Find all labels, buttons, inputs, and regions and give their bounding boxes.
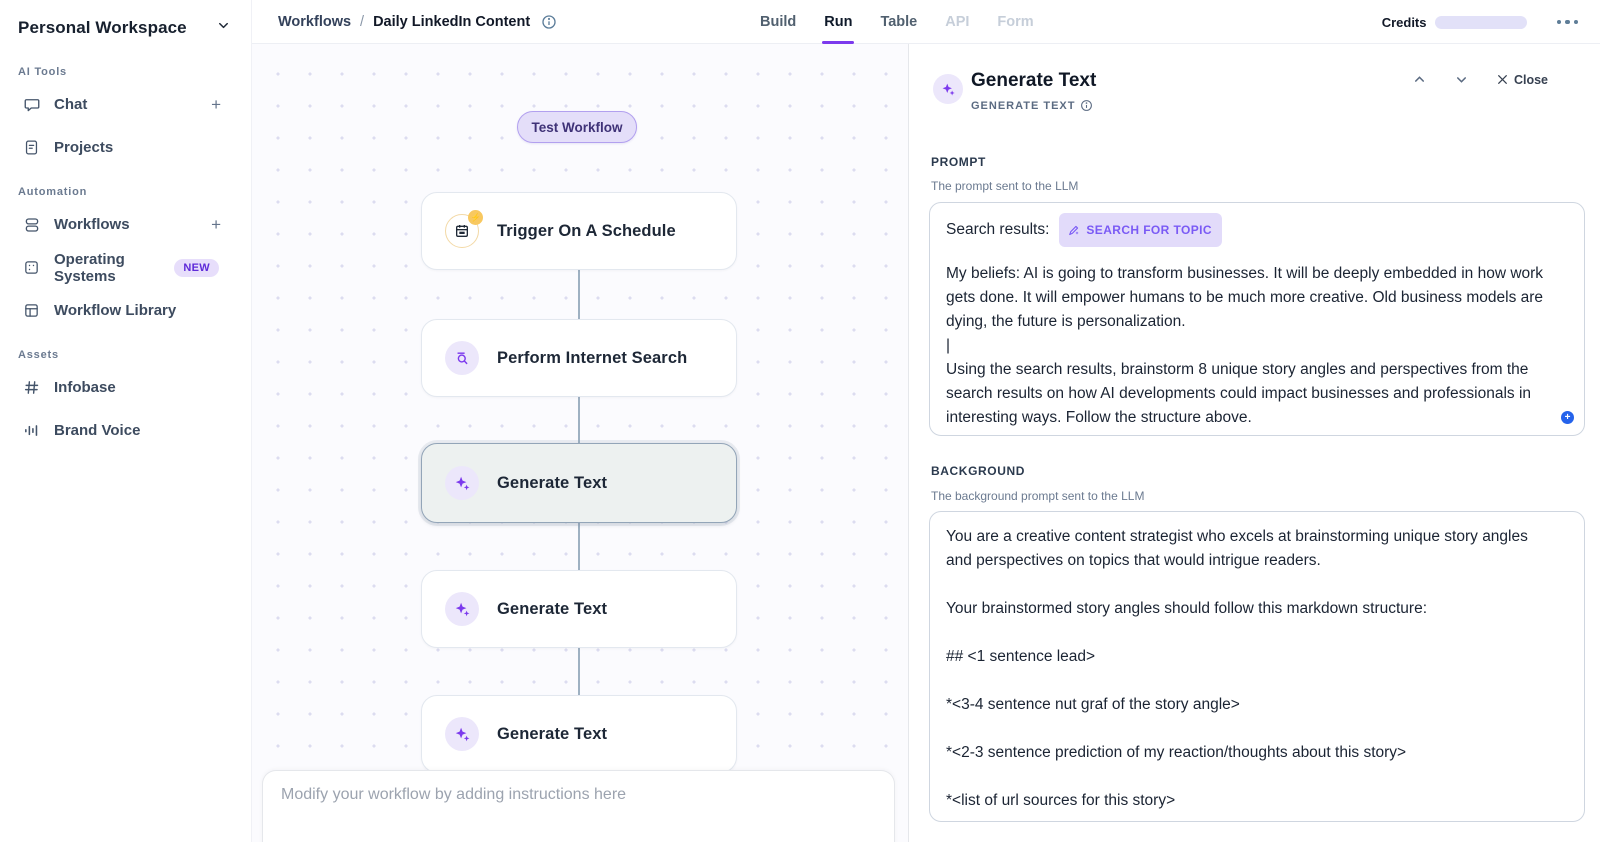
topbar: Workflows / Daily LinkedIn Content Build… bbox=[252, 0, 1600, 44]
tab-form[interactable]: Form bbox=[997, 0, 1033, 44]
sparkle-icon bbox=[445, 466, 479, 500]
workspace-title: Personal Workspace bbox=[18, 18, 187, 38]
sidebar-item-workflow-library[interactable]: Workflow Library bbox=[0, 298, 251, 323]
calendar-icon: ⚡ bbox=[445, 214, 479, 248]
sidebar-item-infobase[interactable]: Infobase bbox=[0, 375, 251, 400]
close-panel-button[interactable]: Close bbox=[1496, 73, 1548, 87]
app-window: Personal Workspace AI Tools Chat + Proje… bbox=[0, 0, 1600, 842]
sidebar-section-automation: Automation Workflows + Operating Systems… bbox=[0, 186, 251, 323]
node-generate-text-1[interactable]: Generate Text bbox=[421, 443, 737, 523]
sidebar-item-projects[interactable]: Projects bbox=[0, 135, 251, 160]
section-label: Assets bbox=[0, 349, 251, 361]
node-config-panel: Generate Text GENERATE TEXT bbox=[908, 44, 1600, 842]
node-type-info-icon[interactable] bbox=[1080, 99, 1093, 112]
prompt-section-helper: The prompt sent to the LLM bbox=[931, 179, 1078, 193]
prompt-prefix-text: Search results: bbox=[946, 218, 1049, 242]
document-icon bbox=[22, 138, 41, 157]
credits-indicator: Credits bbox=[1382, 15, 1527, 30]
prompt-section-label: PROMPT bbox=[931, 155, 986, 169]
chat-icon bbox=[22, 95, 41, 114]
search-icon bbox=[445, 341, 479, 375]
panel-title: Generate Text bbox=[971, 70, 1096, 92]
sidebar-item-operating-systems[interactable]: Operating Systems NEW bbox=[0, 255, 251, 280]
sidebar: Personal Workspace AI Tools Chat + Proje… bbox=[0, 0, 252, 842]
hash-icon bbox=[22, 378, 41, 397]
node-connector bbox=[578, 397, 580, 443]
overflow-menu-icon[interactable] bbox=[1553, 16, 1583, 29]
test-workflow-button[interactable]: Test Workflow bbox=[517, 111, 637, 143]
section-label: AI Tools bbox=[0, 66, 251, 78]
breadcrumb-separator: / bbox=[360, 14, 364, 30]
sidebar-item-label: Chat bbox=[54, 96, 87, 113]
background-textarea[interactable]: You are a creative content strategist wh… bbox=[929, 511, 1585, 822]
sidebar-item-brand-voice[interactable]: Brand Voice bbox=[0, 418, 251, 443]
sidebar-section-assets: Assets Infobase Brand Voice bbox=[0, 349, 251, 443]
pen-sparkle-icon bbox=[1067, 224, 1080, 237]
sidebar-item-label: Infobase bbox=[54, 379, 116, 396]
workflow-icon bbox=[22, 215, 41, 234]
sparkle-icon bbox=[933, 74, 963, 104]
library-icon bbox=[22, 301, 41, 320]
next-node-button[interactable] bbox=[1454, 72, 1469, 87]
os-icon bbox=[22, 258, 41, 277]
sidebar-item-label: Brand Voice bbox=[54, 422, 140, 439]
workflow-canvas[interactable]: Test Workflow ⚡ Trigger On A Schedule bbox=[252, 44, 908, 842]
tab-table[interactable]: Table bbox=[880, 0, 917, 44]
sidebar-item-label: Workflows bbox=[54, 216, 130, 233]
view-tabs: Build Run Table API Form bbox=[760, 0, 1034, 44]
prompt-body-text: My beliefs: AI is going to transform bus… bbox=[946, 262, 1550, 430]
add-chat-button[interactable]: + bbox=[211, 96, 221, 113]
sidebar-section-ai-tools: AI Tools Chat + Projects bbox=[0, 66, 251, 160]
node-connector bbox=[578, 270, 580, 319]
tab-build[interactable]: Build bbox=[760, 0, 796, 44]
workflow-info-icon[interactable] bbox=[541, 14, 557, 30]
background-section-label: BACKGROUND bbox=[931, 464, 1025, 478]
sidebar-item-label: Workflow Library bbox=[54, 302, 176, 319]
background-body-text: You are a creative content strategist wh… bbox=[946, 525, 1550, 813]
search-for-topic-variable-chip[interactable]: SEARCH FOR TOPIC bbox=[1059, 213, 1222, 247]
node-trigger-on-a-schedule[interactable]: ⚡ Trigger On A Schedule bbox=[421, 192, 737, 270]
close-icon bbox=[1496, 73, 1509, 86]
node-perform-internet-search[interactable]: Perform Internet Search bbox=[421, 319, 737, 397]
node-generate-text-2[interactable]: Generate Text bbox=[421, 570, 737, 648]
breadcrumb-current: Daily LinkedIn Content bbox=[373, 14, 530, 30]
tab-api[interactable]: API bbox=[945, 0, 969, 44]
section-label: Automation bbox=[0, 186, 251, 198]
tab-run[interactable]: Run bbox=[824, 0, 852, 44]
sparkle-icon bbox=[445, 592, 479, 626]
credits-label: Credits bbox=[1382, 15, 1427, 30]
breadcrumb: Workflows / Daily LinkedIn Content bbox=[278, 14, 557, 30]
insert-variable-icon[interactable]: + bbox=[1561, 411, 1574, 424]
workspace-switcher[interactable]: Personal Workspace bbox=[0, 18, 251, 38]
prompt-textarea[interactable]: Search results: SEARCH FOR TOPIC My beli… bbox=[929, 202, 1585, 436]
sparkle-icon bbox=[445, 717, 479, 751]
workflow-instructions-box bbox=[262, 770, 895, 842]
sidebar-item-chat[interactable]: Chat + bbox=[0, 92, 251, 117]
sidebar-item-label: Operating Systems bbox=[54, 251, 165, 285]
node-connector bbox=[578, 521, 580, 570]
new-badge: NEW bbox=[174, 259, 219, 277]
breadcrumb-workflows-link[interactable]: Workflows bbox=[278, 14, 351, 30]
background-section-helper: The background prompt sent to the LLM bbox=[931, 489, 1144, 503]
chevron-down-icon bbox=[216, 18, 231, 38]
add-workflow-button[interactable]: + bbox=[211, 216, 221, 233]
node-generate-text-3[interactable]: Generate Text bbox=[421, 695, 737, 773]
waveform-icon bbox=[22, 421, 41, 440]
previous-node-button[interactable] bbox=[1412, 72, 1427, 87]
node-type-label: GENERATE TEXT bbox=[971, 100, 1075, 112]
sidebar-item-label: Projects bbox=[54, 139, 113, 156]
sidebar-item-workflows[interactable]: Workflows + bbox=[0, 212, 251, 237]
schedule-badge-icon: ⚡ bbox=[468, 210, 483, 225]
node-connector bbox=[578, 648, 580, 695]
workflow-instructions-input[interactable] bbox=[281, 786, 876, 804]
credits-progress-bar bbox=[1435, 16, 1527, 29]
